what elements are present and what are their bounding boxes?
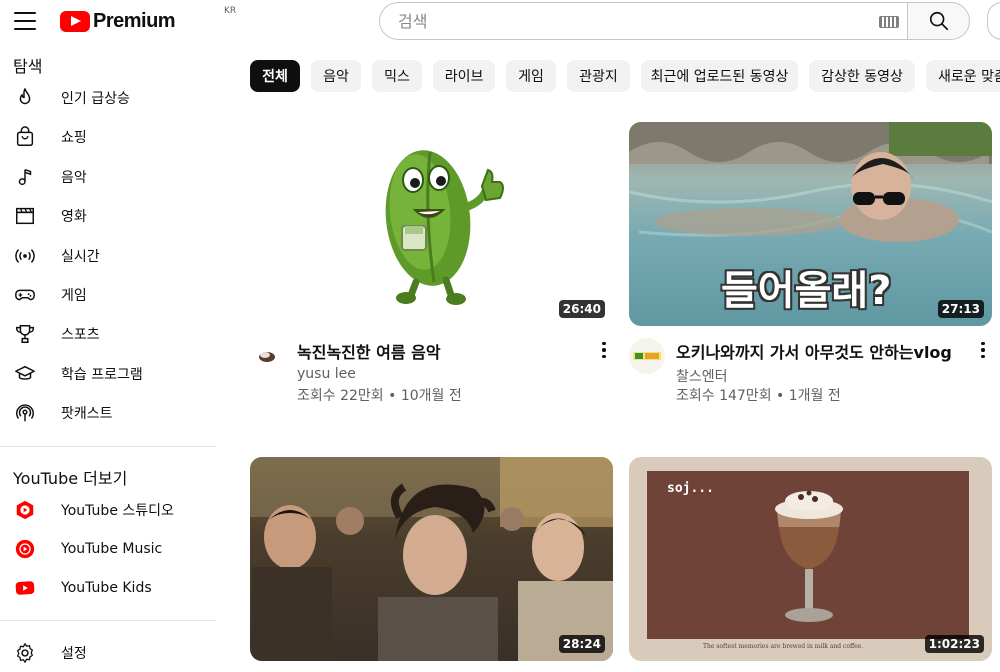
- video-title[interactable]: 오키나와까지 가서 아무것도 안하는vlog: [676, 339, 952, 363]
- sidebar-item-label: 음악: [61, 169, 87, 186]
- chip-live[interactable]: 라이브: [433, 60, 495, 92]
- chip-watched[interactable]: 감상한 동영상: [809, 60, 915, 92]
- shopping-bag-icon: [13, 125, 37, 149]
- video-title[interactable]: 녹진녹진한 여름 음악: [297, 339, 441, 363]
- search-input[interactable]: [396, 10, 840, 32]
- sidebar-divider: [0, 620, 216, 621]
- keyboard-icon[interactable]: [879, 16, 899, 28]
- graduation-cap-icon: [13, 362, 37, 386]
- video-thumbnail[interactable]: 28:24: [250, 457, 613, 661]
- sidebar-item-gaming[interactable]: 게임: [0, 275, 216, 314]
- sidebar-item-label: YouTube 스튜디오: [61, 502, 174, 519]
- youtube-music-icon: [13, 537, 37, 561]
- menu-button[interactable]: [14, 12, 36, 30]
- search-icon: [929, 11, 948, 31]
- green-bean-character-image: [385, 150, 504, 305]
- search-box: [379, 2, 907, 40]
- sidebar-item-label: 인기 급상승: [61, 90, 130, 107]
- sidebar-item-label: 팟캐스트: [61, 405, 113, 422]
- sidebar-item-shopping[interactable]: 쇼핑: [0, 117, 216, 156]
- sidebar-item-label: 영화: [61, 208, 87, 225]
- sidebar-item-label: YouTube Kids: [61, 579, 152, 596]
- channel-avatar-image: [259, 352, 275, 362]
- video-thumbnail[interactable]: soj... The softest memories are brewed i…: [629, 457, 992, 661]
- chip-mix[interactable]: 믹스: [372, 60, 422, 92]
- sidebar-item-music[interactable]: 음악: [0, 157, 216, 196]
- sidebar-item-trending[interactable]: 인기 급상승: [0, 78, 216, 117]
- chip-recently-uploaded[interactable]: 최근에 업로드된 동영상: [641, 60, 798, 92]
- sidebar-item-learning[interactable]: 학습 프로그램: [0, 354, 216, 393]
- trending-flame-icon: [13, 86, 37, 110]
- video-duration: 28:24: [558, 635, 605, 653]
- sidebar-item-settings[interactable]: 설정: [0, 633, 216, 672]
- sidebar-item-label: 게임: [61, 287, 87, 304]
- youtube-premium-logo[interactable]: Premium KR: [60, 6, 236, 33]
- channel-avatar[interactable]: [629, 338, 665, 374]
- channel-name[interactable]: 찰스엔터: [676, 366, 728, 386]
- sidebar-item-podcasts[interactable]: 팟캐스트: [0, 393, 216, 432]
- chip-tourist-spots[interactable]: 관광지: [567, 60, 630, 92]
- channel-name[interactable]: yusu lee: [297, 366, 356, 382]
- sidebar-item-label: 설정: [61, 645, 87, 662]
- film-scene-image: [250, 457, 613, 661]
- video-meta: 조회수 22만회 • 10개월 전: [297, 388, 462, 404]
- youtube-play-icon: [60, 10, 90, 32]
- sidebar-item-label: YouTube Music: [61, 540, 163, 557]
- sidebar-item-label: 실시간: [61, 248, 100, 265]
- youtube-studio-icon: [13, 498, 37, 522]
- sidebar-item-sports[interactable]: 스포츠: [0, 314, 216, 353]
- video-thumbnail[interactable]: 들어올래? 27:13: [629, 122, 992, 326]
- clapperboard-icon: [13, 204, 37, 228]
- thumbnail-caption: The softest memories are brewed in milk …: [703, 643, 864, 650]
- logo-text: Premium: [93, 9, 176, 32]
- sidebar-item-live[interactable]: 실시간: [0, 236, 216, 275]
- channel-avatar-image: [633, 352, 661, 360]
- sidebar-divider: [0, 446, 216, 447]
- sidebar-item-label: 쇼핑: [61, 129, 87, 146]
- explore-heading: 탐색: [13, 57, 43, 76]
- trophy-icon: [13, 322, 37, 346]
- sidebar-item-label: 학습 프로그램: [61, 366, 143, 383]
- channel-avatar[interactable]: [250, 338, 286, 374]
- video-thumbnail[interactable]: 26:40: [250, 122, 613, 326]
- gear-icon: [13, 641, 37, 665]
- sidebar-item-label: 스포츠: [61, 326, 100, 343]
- video-duration: 1:02:23: [924, 635, 984, 653]
- video-duration: 27:13: [937, 300, 984, 318]
- sidebar-item-movies[interactable]: 영화: [0, 196, 216, 235]
- live-broadcast-icon: [13, 244, 37, 268]
- sidebar-item-youtube-studio[interactable]: YouTube 스튜디오: [0, 490, 216, 529]
- country-code: KR: [224, 6, 237, 16]
- music-note-icon: [13, 165, 37, 189]
- chip-new-for-you[interactable]: 새로운 맞춤: [926, 60, 1000, 92]
- more-actions-button[interactable]: [594, 338, 614, 362]
- youtube-kids-icon: [13, 576, 37, 600]
- sidebar-item-youtube-music[interactable]: YouTube Music: [0, 529, 216, 568]
- thumbnail-overlay-text: soj...: [667, 481, 714, 496]
- chip-music[interactable]: 음악: [311, 60, 361, 92]
- chip-all[interactable]: 전체: [250, 60, 300, 92]
- search-button[interactable]: [907, 2, 970, 40]
- video-meta: 조회수 147만회 • 1개월 전: [676, 388, 841, 404]
- chip-gaming[interactable]: 게임: [506, 60, 556, 92]
- podcast-icon: [13, 401, 37, 425]
- voice-search-button[interactable]: [987, 2, 1000, 40]
- gamepad-icon: [13, 283, 37, 307]
- more-from-youtube-heading: YouTube 더보기: [13, 469, 128, 488]
- more-actions-button[interactable]: [973, 338, 993, 362]
- video-duration: 26:40: [558, 300, 605, 318]
- sidebar-item-youtube-kids[interactable]: YouTube Kids: [0, 568, 216, 607]
- thumbnail-overlay-text: 들어올래?: [721, 268, 892, 314]
